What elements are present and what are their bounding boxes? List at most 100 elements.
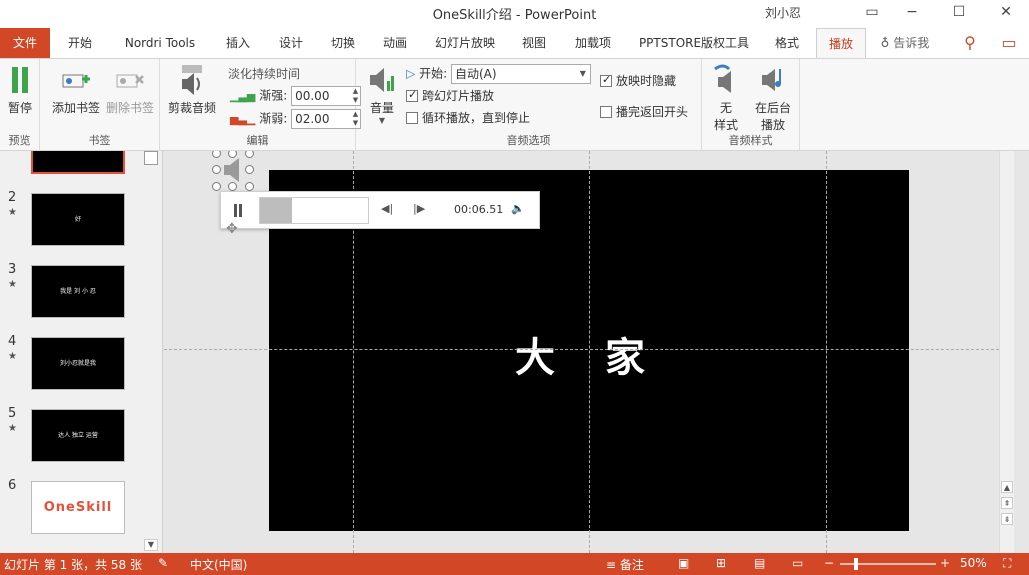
fade-duration-title: 淡化持续时间 <box>228 67 301 81</box>
no-style-button[interactable]: 无 样式 <box>706 63 746 133</box>
guide-horizontal[interactable] <box>164 349 1014 350</box>
loop-checkbox[interactable]: 循环播放，直到停止 <box>406 109 530 126</box>
animation-star-icon: ★ <box>8 279 17 290</box>
spell-check-icon[interactable]: ✎ <box>158 556 168 570</box>
add-bookmark-button[interactable]: 添加书签 <box>48 63 104 116</box>
scroll-up-icon[interactable]: ▲ <box>1001 481 1013 493</box>
group-audio-styles: 无 样式 在后台 播放 音频样式 <box>702 59 800 151</box>
zoom-slider[interactable] <box>840 558 936 570</box>
close-button[interactable]: ✕ <box>989 0 1023 26</box>
restore-button[interactable]: ☐ <box>942 0 976 26</box>
thumbnail-number: 3 <box>8 262 17 277</box>
group-bookmarks: 添加书签 删除书签 书签 <box>40 59 160 151</box>
user-name: 刘小忍 <box>764 6 801 20</box>
share-user-icon[interactable]: ⚲ <box>956 28 984 58</box>
player-pause-icon[interactable] <box>231 202 245 220</box>
pause-button[interactable]: 暂停 <box>2 63 38 116</box>
zoom-in-button[interactable]: + <box>940 556 950 570</box>
trim-audio-button[interactable]: 剪裁音频 <box>164 63 220 116</box>
play-across-slides-checkbox[interactable]: 跨幻灯片播放 <box>406 87 494 104</box>
zoom-out-button[interactable]: − <box>824 556 834 570</box>
tell-me[interactable]: ♁ 告诉我 <box>872 28 938 58</box>
fade-in-icon: ▁▃▅ <box>230 89 256 103</box>
slide-canvas[interactable]: 大 家 ◀| |▶ 00:06.51 🔈 ✥ ▲ ⇞ ⇟ <box>164 151 1014 553</box>
pause-icon <box>12 67 28 93</box>
slideshow-view-icon[interactable]: ▭ <box>792 556 803 570</box>
zoom-slider-knob[interactable] <box>854 558 858 570</box>
thumbnail-slide[interactable]: 我是 刘 小 忍 <box>31 265 125 318</box>
thumbnail-slide[interactable]: 好 <box>31 193 125 246</box>
tab-file[interactable]: 文件 <box>0 28 50 58</box>
player-forward-icon[interactable]: |▶ <box>413 202 425 215</box>
slide-thumbnails-pane[interactable]: 2 ★ 好 3 ★ 我是 刘 小 忍 4 ★ 刘小忍就是我 5 ★ 达人 独立 … <box>0 151 163 553</box>
resize-handle[interactable] <box>245 165 254 174</box>
volume-dropdown-icon: ▼ <box>378 116 386 125</box>
thumbnail-number: 4 <box>8 334 17 349</box>
volume-button[interactable]: 音量 ▼ <box>362 63 402 125</box>
guide-vertical[interactable] <box>589 151 590 553</box>
tab-animations[interactable]: 动画 <box>375 28 415 58</box>
group-edit: 剪裁音频 淡化持续时间 ▁▃▅ 渐强: 00.00 ▲ ▼ ▅▃▁ 渐弱: 02.0… <box>160 59 362 151</box>
player-progress-bar[interactable] <box>259 197 369 224</box>
zoom-level[interactable]: 50% <box>960 556 987 570</box>
tab-transitions[interactable]: 切换 <box>323 28 363 58</box>
slide-sorter-icon[interactable]: ⊞ <box>716 556 726 570</box>
tab-playback[interactable]: 播放 <box>816 28 866 59</box>
add-bookmark-icon <box>62 74 90 88</box>
thumbnail-scroll-down-icon[interactable]: ▼ <box>144 539 158 551</box>
next-slide-icon[interactable]: ⇟ <box>1001 513 1013 525</box>
ribbon: 暂停 预览 添加书签 删除书签 书签 剪裁音频 淡化持续时间 ▁▃▅ 渐强: 0… <box>0 58 1029 151</box>
animation-star-icon: ★ <box>8 351 17 362</box>
audio-object[interactable] <box>212 151 254 191</box>
move-cursor-icon: ✥ <box>226 221 238 237</box>
thumbnail-scroll-box[interactable] <box>144 151 158 165</box>
animation-star-icon: ★ <box>8 207 17 218</box>
ribbon-display-icon[interactable]: ▭ <box>855 0 889 26</box>
minimize-button[interactable]: − <box>895 0 929 26</box>
tab-pptstore[interactable]: PPTSTORE版权工具 <box>632 28 756 58</box>
resize-handle[interactable] <box>228 182 237 191</box>
thumbnail-slide[interactable]: OneSkill <box>31 481 125 534</box>
tab-insert[interactable]: 插入 <box>218 28 258 58</box>
tab-design[interactable]: 设计 <box>271 28 311 58</box>
language-status[interactable]: 中文(中国) <box>190 556 247 573</box>
resize-handle[interactable] <box>212 165 221 174</box>
tab-addins[interactable]: 加载项 <box>566 28 620 58</box>
previous-slide-icon[interactable]: ⇞ <box>1001 497 1013 509</box>
user-account[interactable]: 刘小忍 <box>755 4 801 21</box>
start-select[interactable]: 自动(A) ▼ <box>450 64 591 84</box>
resize-handle[interactable] <box>212 182 221 191</box>
play-in-background-button[interactable]: 在后台 播放 <box>748 63 798 133</box>
thumbnail-number: 6 <box>8 478 17 493</box>
fit-to-window-icon[interactable]: ⛶ <box>1003 556 1011 571</box>
thumbnail-slide[interactable]: 达人 独立 运营 <box>31 409 125 462</box>
player-volume-icon[interactable]: 🔈 <box>511 202 525 215</box>
tab-nordri-tools[interactable]: Nordri Tools <box>112 28 208 58</box>
volume-icon <box>370 68 394 92</box>
vertical-scrollbar[interactable]: ▲ ⇞ ⇟ <box>999 151 1014 553</box>
thumbnail-number: 2 <box>8 190 17 205</box>
normal-view-icon[interactable]: ▣ <box>678 556 689 570</box>
thumbnail-slide[interactable]: 刘小忍就是我 <box>31 337 125 390</box>
thumbnail-slide-1[interactable] <box>31 151 125 174</box>
resize-handle[interactable] <box>245 151 254 158</box>
tab-slideshow[interactable]: 幻灯片放映 <box>428 28 502 58</box>
hide-during-show-checkbox[interactable]: 放映时隐藏 <box>600 72 676 89</box>
tab-view[interactable]: 视图 <box>514 28 554 58</box>
tab-home[interactable]: 开始 <box>60 28 100 58</box>
rewind-after-playing-checkbox[interactable]: 播完返回开头 <box>600 103 688 120</box>
player-back-icon[interactable]: ◀| <box>381 202 393 215</box>
guide-vertical[interactable] <box>826 151 827 553</box>
resize-handle[interactable] <box>245 182 254 191</box>
fade-out-icon: ▅▃▁ <box>230 112 256 126</box>
thumbnail-number: 5 <box>8 406 17 421</box>
fade-in-input[interactable]: 00.00 ▲ ▼ <box>291 86 362 106</box>
comments-icon[interactable]: ▭ <box>994 28 1024 58</box>
slide-count: 幻灯片 第 1 张，共 58 张 <box>4 558 142 572</box>
tab-format[interactable]: 格式 <box>766 28 808 58</box>
remove-bookmark-button[interactable]: 删除书签 <box>102 63 158 116</box>
fade-out-input[interactable]: 02.00 ▲ ▼ <box>291 109 362 129</box>
title-bar: OneSkill介绍 - PowerPoint 刘小忍 ▭ − ☐ ✕ <box>0 0 1029 26</box>
notes-button[interactable]: ≡ 备注 <box>606 556 644 573</box>
reading-view-icon[interactable]: ▤ <box>754 556 765 570</box>
